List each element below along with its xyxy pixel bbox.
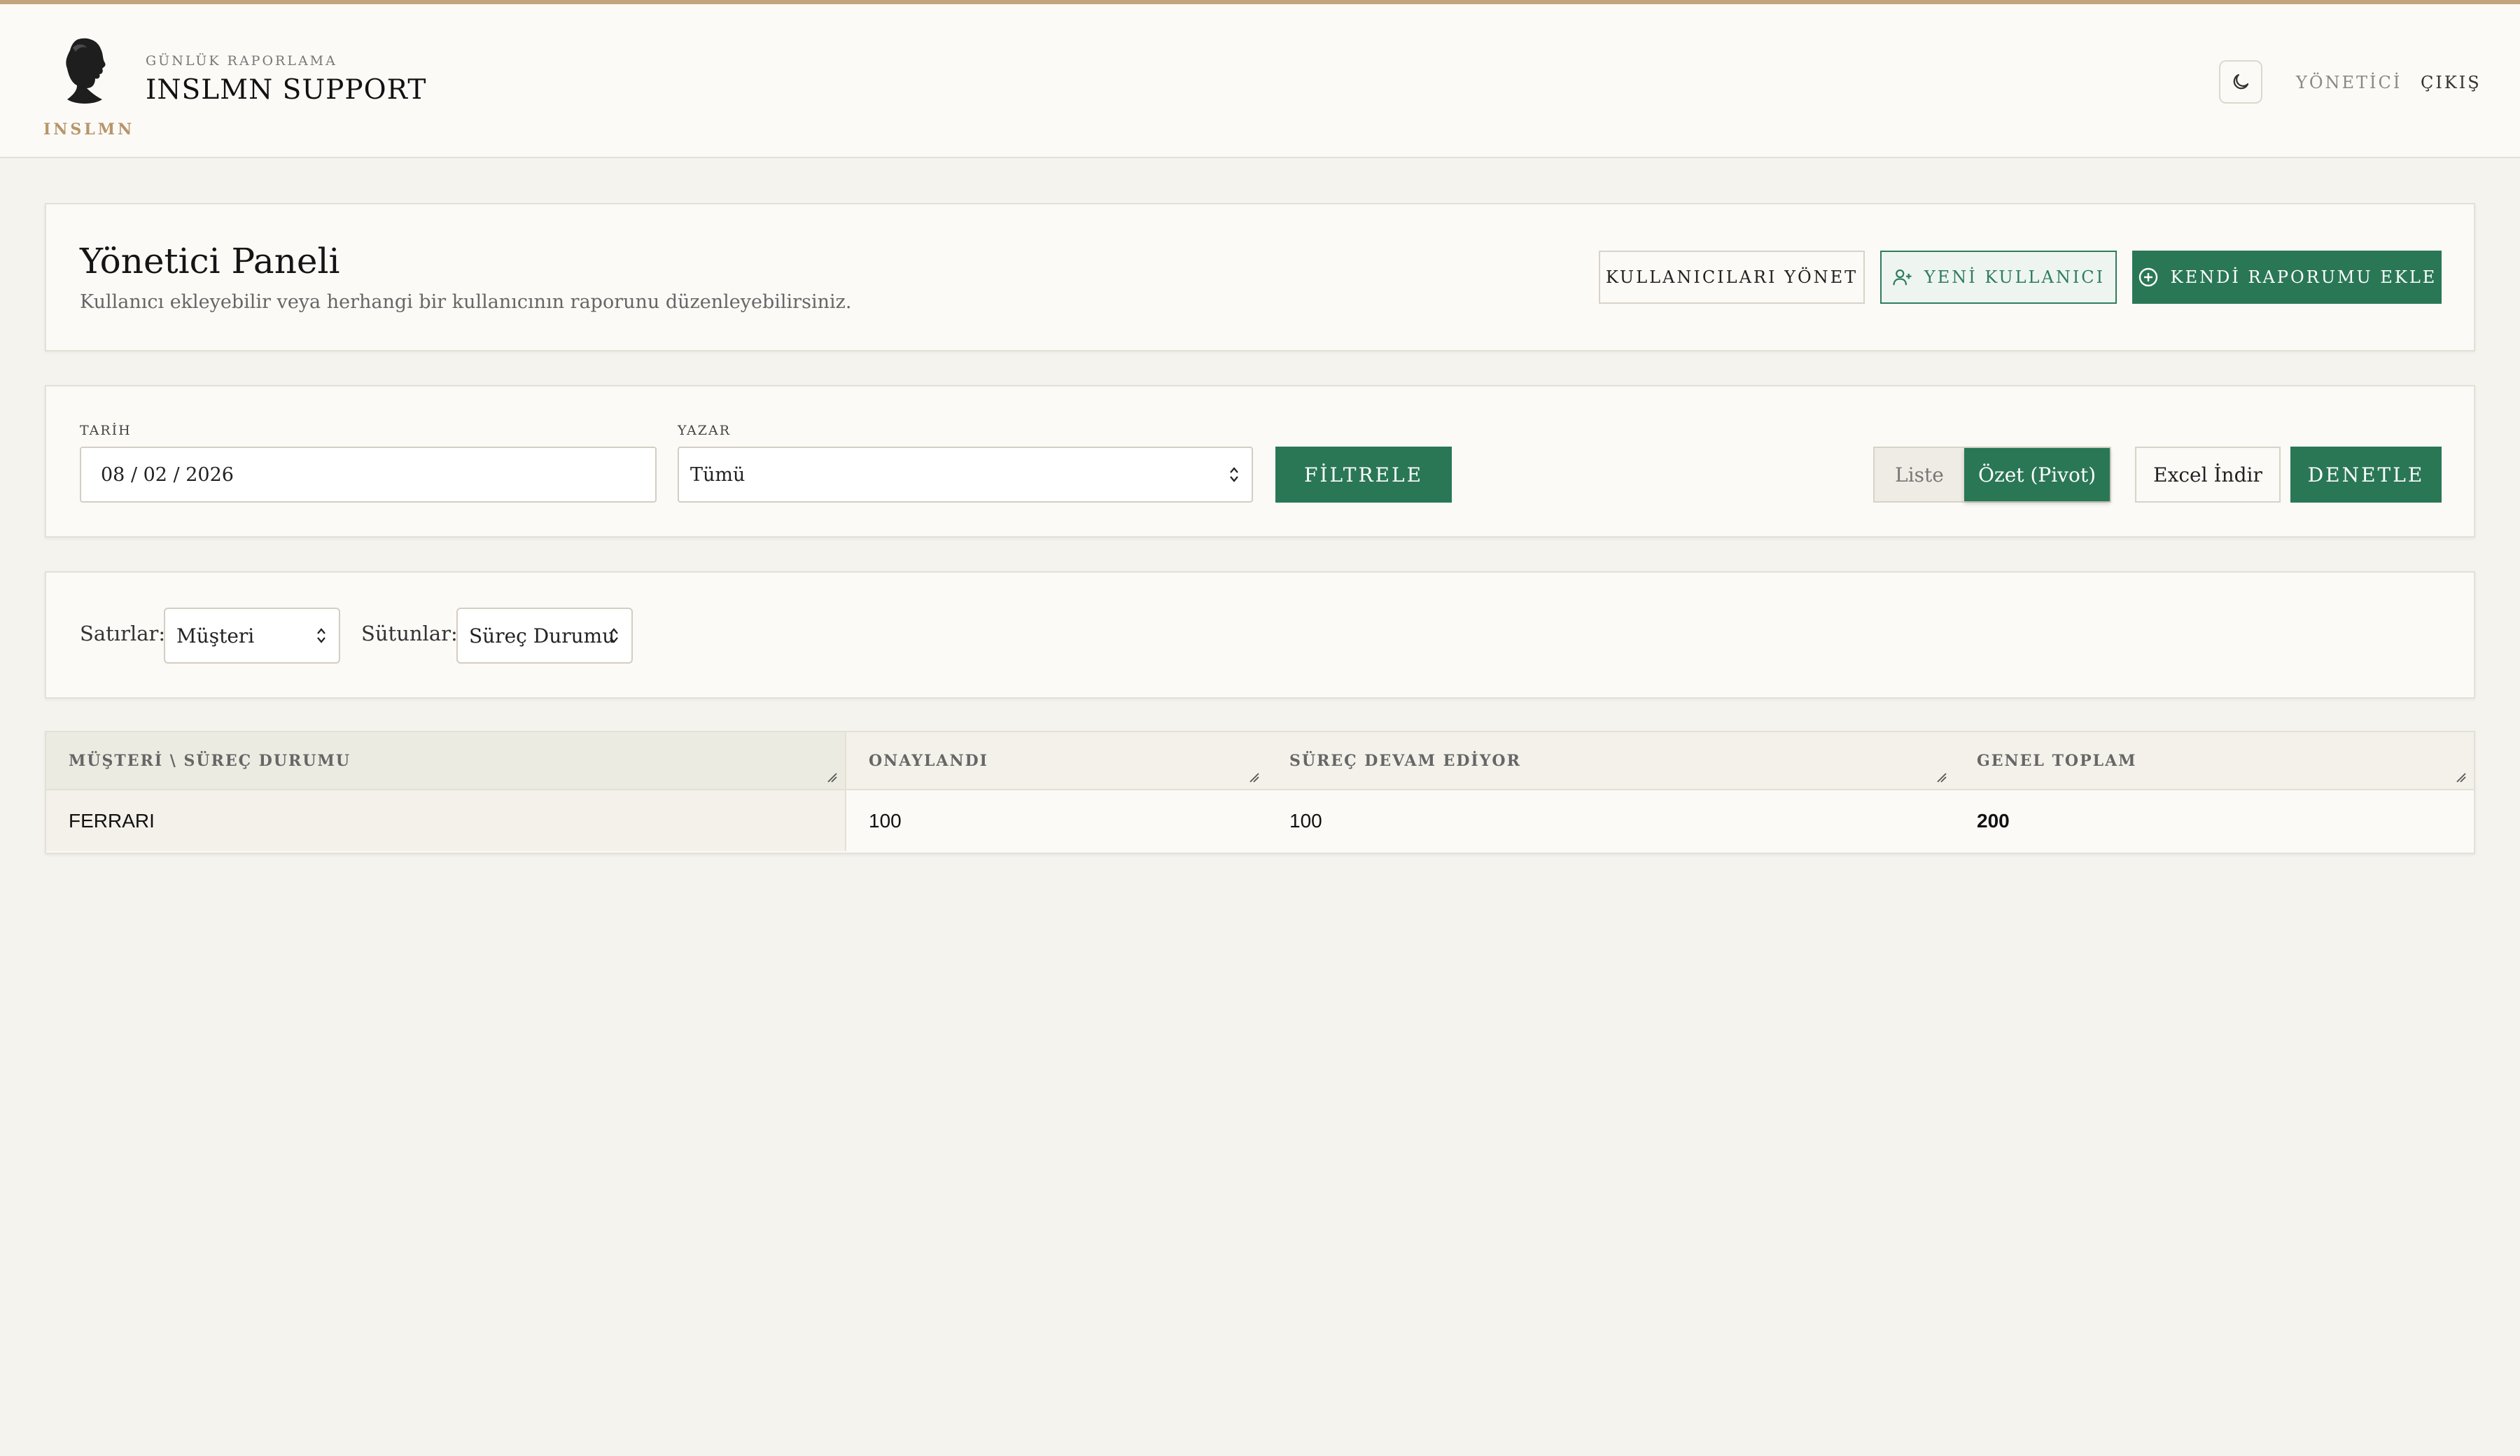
app-header: INSLMN GÜNLÜK RAPORLAMA INSLMN SUPPORT Y…	[0, 4, 2520, 158]
column-header[interactable]: MÜŞTERİ \ SÜREÇ DURUMU	[46, 732, 846, 790]
author-value: Tümü	[690, 463, 746, 486]
new-user-button[interactable]: YENİ KULLANICI	[1880, 251, 2117, 304]
customer-cell: FERRARI	[46, 790, 846, 851]
theme-toggle-button[interactable]	[2219, 60, 2262, 104]
cols-value: Süreç Durumu	[469, 624, 615, 648]
brand-title: INSLMN SUPPORT	[146, 74, 427, 106]
brand-logo[interactable]: INSLMN	[43, 35, 135, 140]
resize-handle-icon[interactable]	[1935, 771, 1947, 783]
view-pivot-option[interactable]: Özet (Pivot)	[1964, 448, 2110, 501]
audit-button-label: DENETLE	[2307, 463, 2425, 486]
cols-label: Sütunlar:	[361, 622, 458, 645]
cols-select[interactable]: Süreç Durumu	[456, 608, 633, 664]
user-plus-icon	[1893, 269, 1912, 286]
in-progress-cell: 100	[1267, 790, 1954, 851]
pivot-table: MÜŞTERİ \ SÜREÇ DURUMU ONAYLANDI SÜREÇ D…	[46, 732, 2474, 851]
resize-handle-icon[interactable]	[2454, 771, 2467, 783]
filter-button-label: FİLTRELE	[1303, 463, 1424, 486]
view-list-option[interactable]: Liste	[1875, 448, 1964, 501]
manage-users-label: KULLANICILARI YÖNET	[1605, 267, 1858, 287]
moon-icon	[2233, 74, 2249, 90]
select-chevron-icon	[610, 628, 618, 643]
view-mode-toggle: Liste Özet (Pivot)	[1873, 447, 2111, 503]
filter-card: TARİH 08 / 02 / 2026 YAZAR Tümü FİLTRELE…	[45, 385, 2475, 538]
excel-download-label: Excel İndir	[2153, 463, 2262, 486]
plus-circle-icon	[2138, 267, 2157, 287]
column-header[interactable]: ONAYLANDI	[846, 732, 1267, 790]
new-user-label: YENİ KULLANICI	[1924, 267, 2106, 287]
approved-cell: 100	[846, 790, 1267, 851]
author-select[interactable]: Tümü	[678, 447, 1253, 503]
pivot-config-card: Satırlar: Müşteri Sütunlar: Süreç Durumu	[45, 571, 2475, 699]
filter-button[interactable]: FİLTRELE	[1275, 447, 1452, 503]
rows-label: Satırlar:	[80, 622, 166, 645]
manage-users-button[interactable]: KULLANICILARI YÖNET	[1599, 251, 1865, 304]
resize-handle-icon[interactable]	[825, 771, 838, 783]
column-header[interactable]: SÜREÇ DEVAM EDİYOR	[1267, 732, 1954, 790]
author-label: YAZAR	[678, 423, 732, 438]
resize-handle-icon[interactable]	[1247, 771, 1260, 783]
select-chevron-icon	[1230, 467, 1238, 482]
page-subtitle: Kullanıcı ekleyebilir veya herhangi bir …	[80, 291, 852, 313]
nav-logout-link[interactable]: ÇIKIŞ	[2421, 73, 2482, 92]
add-own-report-label: KENDİ RAPORUMU EKLE	[2170, 267, 2437, 287]
table-header-row: MÜŞTERİ \ SÜREÇ DURUMU ONAYLANDI SÜREÇ D…	[46, 732, 2474, 790]
audit-button[interactable]: DENETLE	[2290, 447, 2442, 503]
bust-logo-icon	[66, 38, 106, 104]
select-chevron-icon	[317, 628, 326, 643]
admin-panel-card: Yönetici Paneli Kullanıcı ekleyebilir ve…	[45, 203, 2475, 351]
date-label: TARİH	[80, 423, 132, 438]
brand-subtitle: GÜNLÜK RAPORLAMA	[146, 53, 337, 69]
add-own-report-button[interactable]: KENDİ RAPORUMU EKLE	[2132, 251, 2442, 304]
date-field[interactable]: 08 / 02 / 2026	[80, 447, 657, 503]
pivot-table-card: MÜŞTERİ \ SÜREÇ DURUMU ONAYLANDI SÜREÇ D…	[45, 731, 2475, 854]
date-value: 08 / 02 / 2026	[101, 463, 234, 486]
excel-download-button[interactable]: Excel İndir	[2135, 447, 2281, 503]
nav-admin-link[interactable]: YÖNETİCİ	[2296, 73, 2402, 92]
rows-value: Müşteri	[176, 624, 255, 648]
logo-text: INSLMN	[43, 120, 135, 139]
table-row[interactable]: FERRARI 100 100 200	[46, 790, 2474, 851]
grand-total-cell: 200	[1954, 790, 2474, 851]
page-title: Yönetici Paneli	[80, 241, 340, 281]
rows-select[interactable]: Müşteri	[164, 608, 340, 664]
column-header[interactable]: GENEL TOPLAM	[1954, 732, 2474, 790]
